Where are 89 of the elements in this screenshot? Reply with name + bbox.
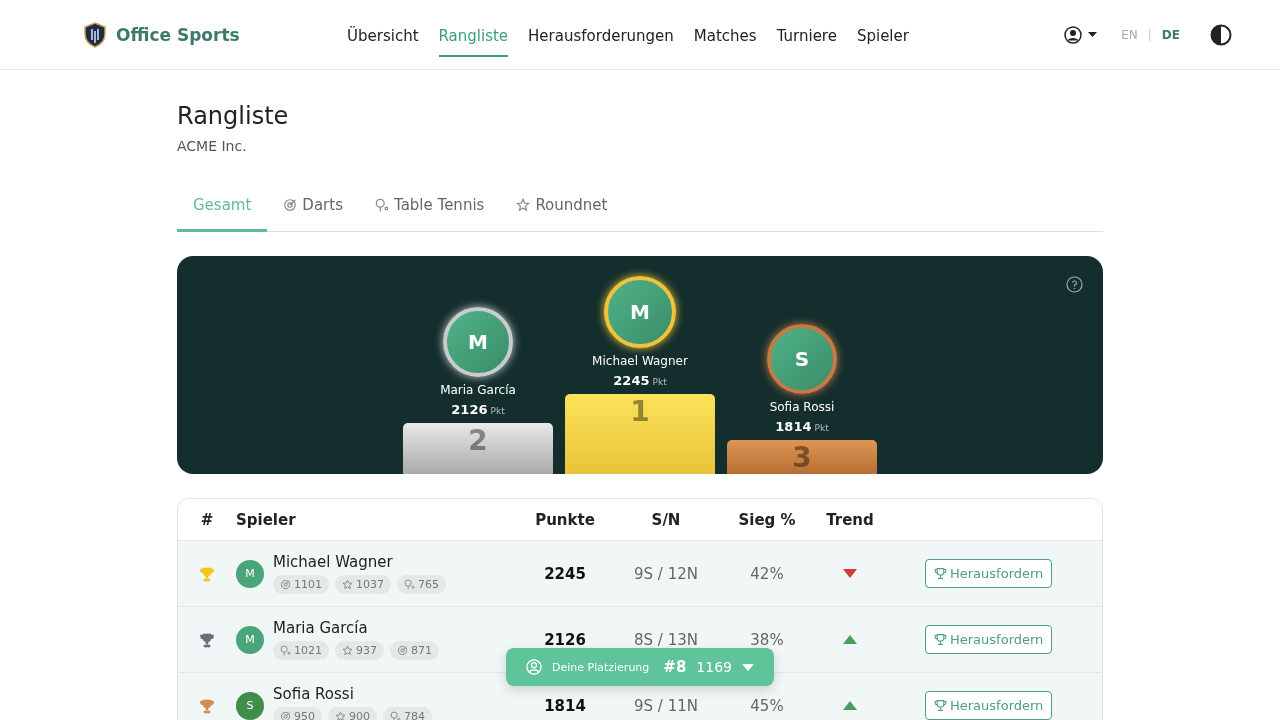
player-avatar: M (604, 276, 676, 348)
theme-toggle-button[interactable] (1210, 23, 1232, 46)
nav-link[interactable]: Turniere (776, 16, 837, 57)
column-header: Sieg % (737, 510, 797, 529)
shield-logo-icon (84, 21, 106, 48)
nav-link[interactable]: Rangliste (438, 16, 509, 57)
win-rate-cell: 38% (750, 630, 784, 649)
player-name: Sofia Rossi (273, 685, 355, 703)
podium-rank: 3 (792, 443, 812, 474)
trophy-icon (934, 633, 947, 646)
column-header: # (199, 510, 215, 529)
challenge-button[interactable]: Herausfordern (925, 625, 1053, 654)
column-header: Punkte (534, 510, 596, 529)
challenge-button[interactable]: Herausfordern (925, 691, 1053, 720)
win-rate-cell: 42% (750, 564, 784, 583)
nav-link[interactable]: Übersicht (347, 16, 419, 57)
paddle-icon (280, 645, 291, 656)
nav-link[interactable]: Spieler (856, 16, 909, 57)
page-title: Rangliste (177, 102, 290, 130)
win-rate-cell: 45% (750, 696, 784, 715)
star-icon (342, 645, 353, 656)
sport-rating-chip: 871 (390, 641, 439, 660)
player-name: Michael Wagner (273, 553, 394, 571)
sport-tab[interactable]: Table Tennis (358, 182, 501, 232)
podium-rank: 1 (630, 397, 650, 430)
sport-tab[interactable]: Roundnet (500, 182, 624, 232)
paddle-icon (374, 198, 389, 212)
points-unit: Pkt (490, 406, 505, 416)
sport-rating-chip: 950 (273, 707, 322, 720)
user-icon (526, 659, 542, 675)
points-cell: 2126 (544, 630, 586, 649)
trophy-icon (934, 699, 947, 712)
points-unit: Pkt (814, 423, 829, 433)
record-cell: 8S / 13N (634, 630, 698, 649)
player-name: Maria García (273, 619, 369, 637)
nav-link[interactable]: Herausforderungen (528, 16, 674, 57)
points-cell: 2245 (544, 564, 586, 583)
column-header: Trend (825, 510, 875, 529)
record-cell: 9S / 12N (634, 564, 698, 583)
caret-icon (742, 663, 754, 671)
brand-name: Office Sports (116, 24, 240, 45)
sport-rating-chip: 1037 (335, 575, 391, 594)
player-points: 1814 (775, 419, 812, 434)
player-avatar: S (767, 324, 837, 394)
sport-rating-chip: 937 (335, 641, 384, 660)
sport-rating-chip: 900 (328, 707, 377, 720)
star-icon (335, 711, 346, 720)
target-icon (280, 711, 291, 720)
sport-rating-chip: 765 (397, 575, 446, 594)
player-avatar: M (443, 307, 513, 377)
target-icon (397, 645, 408, 656)
my-rank: #8 (663, 658, 687, 676)
podium-rank: 2 (468, 426, 488, 459)
target-icon (283, 198, 298, 212)
column-header: Spieler (236, 510, 297, 529)
player-avatar: S (236, 691, 264, 720)
language-link[interactable]: DE (1161, 27, 1180, 42)
company-name: ACME Inc. (177, 138, 248, 154)
target-icon (280, 579, 291, 590)
player-points: 2126 (451, 402, 488, 417)
player-avatar: M (236, 625, 264, 654)
star-icon (342, 579, 353, 590)
points-unit: Pkt (652, 377, 667, 387)
challenge-button[interactable]: Herausfordern (925, 559, 1053, 588)
sport-rating-chip: 1101 (273, 575, 329, 594)
player-name: Michael Wagner (592, 354, 688, 368)
paddle-icon (390, 711, 401, 720)
record-cell: 9S / 11N (634, 696, 698, 715)
help-icon[interactable] (1066, 276, 1083, 293)
sport-rating-chip: 1021 (273, 641, 329, 660)
points-cell: 1814 (544, 696, 586, 715)
language-separator: | (1147, 27, 1152, 42)
column-header: S/N (650, 510, 682, 529)
star-icon (516, 198, 531, 212)
user-icon (1064, 25, 1083, 44)
player-points: 2245 (613, 373, 650, 388)
my-points: 1169 (696, 659, 732, 675)
player-name: Sofia Rossi (769, 400, 835, 414)
sport-tab[interactable]: Darts (267, 182, 359, 232)
nav-link[interactable]: Matches (693, 16, 757, 57)
user-menu-button[interactable] (1064, 25, 1098, 44)
caret-icon (1088, 32, 1098, 37)
contrast-icon (1210, 23, 1232, 46)
player-avatar: M (236, 559, 264, 588)
trophy-icon (934, 567, 947, 580)
sport-rating-chip: 784 (383, 707, 432, 720)
my-rank-label: Deine Platzierung (552, 660, 650, 674)
paddle-icon (404, 579, 415, 590)
player-name: Maria García (440, 383, 516, 397)
